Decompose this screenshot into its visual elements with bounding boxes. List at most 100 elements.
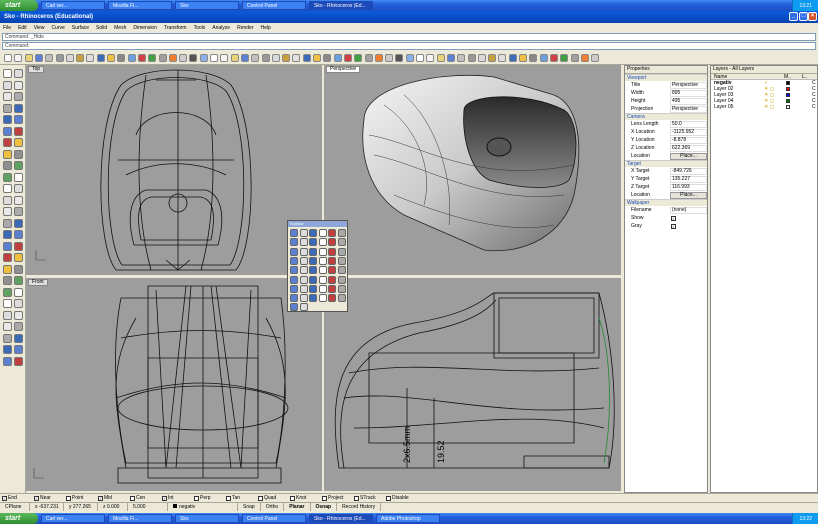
surface-tool-icon[interactable]: [318, 238, 327, 247]
menu-help[interactable]: Help: [261, 25, 271, 31]
surface-tool-icon[interactable]: [290, 229, 298, 237]
target-section-header[interactable]: Target: [625, 160, 707, 167]
menu-dimension[interactable]: Dimension: [133, 25, 157, 31]
property-value[interactable]: 50.0: [669, 120, 707, 128]
left-tool-icon[interactable]: [14, 161, 23, 170]
toolbar-tool-icon[interactable]: [240, 54, 249, 62]
osnap-point[interactable]: Point: [66, 495, 96, 501]
property-value[interactable]: 116.993: [669, 183, 707, 191]
toolbar-tool-icon[interactable]: [436, 54, 445, 62]
camera-section-header[interactable]: Camera: [625, 113, 707, 120]
viewport-label-perspective[interactable]: Perspective: [326, 66, 361, 73]
toolbar-tool-icon[interactable]: [271, 54, 280, 62]
toolbar-tool-icon[interactable]: [374, 54, 383, 62]
toolbar-tool-icon[interactable]: [76, 54, 85, 62]
osnap-strack[interactable]: STrack: [354, 495, 384, 501]
toolbar-tool-icon[interactable]: [96, 54, 105, 62]
left-tool-icon[interactable]: [14, 322, 23, 331]
property-value[interactable]: -849.726: [669, 167, 707, 175]
surface-tool-icon[interactable]: [328, 294, 336, 303]
osnap-quad[interactable]: Quad: [258, 495, 288, 501]
osnap-checkbox[interactable]: ✓: [2, 495, 7, 501]
viewport-right[interactable]: 2x6.5mm 19.52: [324, 278, 621, 491]
surface-tool-icon[interactable]: [328, 238, 336, 247]
surface-tool-icon[interactable]: [309, 266, 317, 275]
surface-tool-icon[interactable]: [337, 247, 346, 256]
left-tool-icon[interactable]: [3, 345, 12, 354]
toolbar-tool-icon[interactable]: [529, 54, 538, 62]
maximize-button[interactable]: □: [799, 12, 808, 21]
toolbar-tool-icon[interactable]: [560, 54, 569, 62]
left-tool-icon[interactable]: [14, 207, 23, 216]
menu-solid[interactable]: Solid: [96, 25, 107, 31]
left-tool-icon[interactable]: [3, 230, 12, 239]
camera-place-button[interactable]: Place...: [669, 152, 707, 160]
menu-tools[interactable]: Tools: [194, 25, 206, 31]
command-prompt[interactable]: Command:: [2, 42, 816, 50]
toolbar-tool-icon[interactable]: [333, 54, 342, 62]
surface-tool-icon[interactable]: [337, 294, 346, 303]
viewport-label-front[interactable]: Front: [28, 279, 48, 286]
left-tool-icon[interactable]: [14, 92, 23, 101]
task-mozilla[interactable]: Mozilla Fi...: [108, 1, 172, 10]
osnap-checkbox[interactable]: [386, 495, 391, 501]
left-tool-icon[interactable]: [14, 253, 23, 262]
toolbar-tool-icon[interactable]: [220, 54, 229, 62]
status-record-history[interactable]: Record History: [337, 503, 382, 511]
toolbar-tool-icon[interactable]: [354, 54, 363, 62]
surface-tool-icon[interactable]: [309, 284, 317, 293]
left-tool-icon[interactable]: [3, 115, 12, 124]
surface-tool-icon[interactable]: [290, 256, 298, 265]
left-tool-icon[interactable]: [14, 184, 23, 193]
layer-name[interactable]: Layer 05: [714, 104, 764, 110]
property-value[interactable]: 495: [669, 97, 707, 105]
toolbar-tool-icon[interactable]: [230, 54, 239, 62]
osnap-checkbox[interactable]: [322, 495, 327, 501]
task-sko-folder[interactable]: Sko: [175, 1, 239, 10]
minimize-button[interactable]: _: [789, 12, 798, 21]
target-place-button[interactable]: Place...: [669, 191, 707, 199]
left-tool-icon[interactable]: [3, 253, 12, 262]
surface-tool-icon[interactable]: [290, 247, 298, 256]
surface-tool-icon[interactable]: [318, 294, 327, 303]
start-button-bottom[interactable]: start: [0, 513, 38, 524]
left-tool-icon[interactable]: [14, 299, 23, 308]
layer-visibility-lock-icon[interactable]: ☀ ◻: [764, 104, 784, 110]
left-tool-icon[interactable]: [14, 333, 23, 343]
osnap-cen[interactable]: Cen: [130, 495, 160, 501]
layers-col-linetype[interactable]: L..: [802, 74, 808, 80]
surface-tool-icon[interactable]: [318, 284, 327, 293]
left-tool-icon[interactable]: [3, 322, 12, 331]
left-tool-icon[interactable]: [14, 69, 23, 78]
surface-tool-icon[interactable]: [290, 303, 298, 312]
left-tool-icon[interactable]: [3, 195, 12, 205]
layer-color-swatch[interactable]: [786, 87, 790, 91]
left-tool-icon[interactable]: [3, 356, 12, 366]
toolbar-tool-icon[interactable]: [117, 54, 126, 62]
toolbar-tool-icon[interactable]: [189, 54, 198, 62]
left-tool-icon[interactable]: [3, 207, 12, 216]
left-tool-icon[interactable]: [14, 287, 23, 297]
status-cplane[interactable]: CPlane: [0, 503, 30, 511]
layers-col-name[interactable]: Name: [714, 74, 784, 80]
property-value[interactable]: 622.369: [669, 144, 707, 152]
toolbar-tool-icon[interactable]: [199, 54, 208, 62]
toolbar-tool-icon[interactable]: [457, 54, 466, 62]
viewport-label-top[interactable]: Top: [28, 66, 45, 73]
task-photoshop-b[interactable]: Adobe Photoshop: [376, 514, 440, 523]
left-tool-icon[interactable]: [3, 241, 12, 251]
surface-tool-icon[interactable]: [337, 284, 346, 293]
osnap-checkbox[interactable]: ✓: [98, 495, 103, 501]
viewport-perspective[interactable]: Perspective: [324, 65, 621, 275]
task-control-panel[interactable]: Control Panel: [242, 1, 306, 10]
surface-tool-icon[interactable]: [318, 256, 327, 265]
osnap-checkbox[interactable]: [130, 495, 135, 501]
left-tool-icon[interactable]: [3, 172, 12, 182]
toolbar-tool-icon[interactable]: [549, 54, 558, 62]
start-button[interactable]: start: [0, 0, 38, 11]
toolbar-tool-icon[interactable]: [323, 54, 332, 62]
toolbar-tool-icon[interactable]: [251, 54, 260, 62]
surface-tool-icon[interactable]: [318, 275, 327, 284]
layers-col-material[interactable]: M..: [784, 74, 802, 80]
left-tool-icon[interactable]: [14, 218, 23, 228]
